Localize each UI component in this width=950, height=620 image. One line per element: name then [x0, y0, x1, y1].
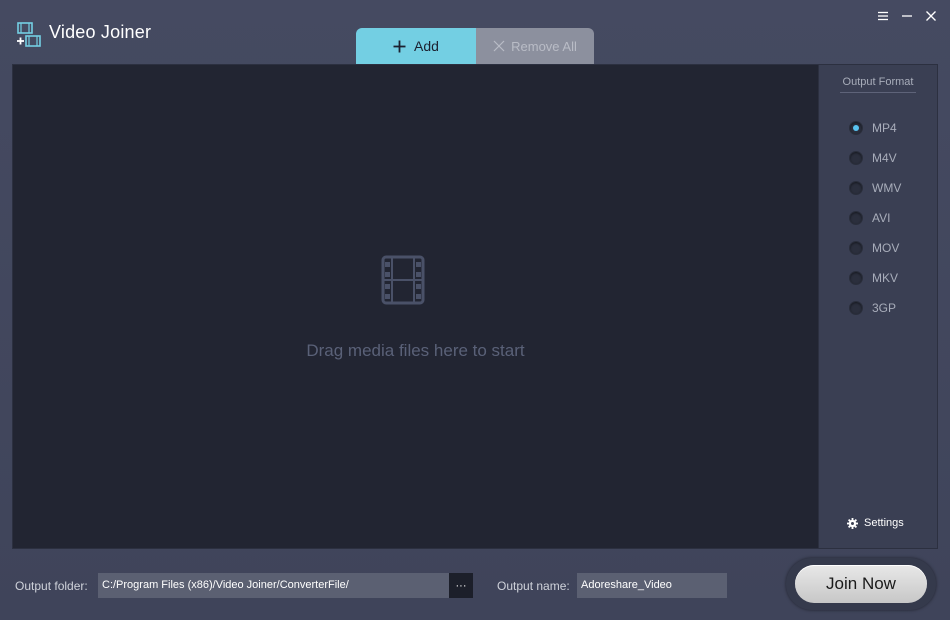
format-label: AVI	[872, 211, 891, 225]
format-option-3gp[interactable]: 3GP	[849, 293, 901, 323]
format-label: MOV	[872, 241, 900, 255]
format-label: M4V	[872, 151, 897, 165]
join-now-button[interactable]: Join Now	[795, 565, 927, 603]
format-option-m4v[interactable]: M4V	[849, 143, 901, 173]
add-button[interactable]: Add	[356, 28, 476, 64]
close-button[interactable]	[922, 8, 940, 24]
settings-label: Settings	[864, 517, 904, 529]
app-title: Video Joiner	[49, 22, 152, 42]
gear-icon	[847, 517, 858, 529]
format-label: WMV	[872, 181, 902, 195]
format-option-wmv[interactable]: WMV	[849, 173, 901, 203]
menu-icon	[878, 11, 888, 21]
settings-button[interactable]: Settings	[847, 517, 904, 529]
x-icon	[493, 40, 505, 52]
format-radio[interactable]	[849, 151, 863, 165]
output-folder-field[interactable]: C:/Program Files (x86)/Video Joiner/Conv…	[98, 573, 449, 598]
output-format-title: Output Format	[840, 76, 916, 93]
format-radio[interactable]	[849, 241, 863, 255]
add-button-label: Add	[414, 38, 439, 54]
format-radio[interactable]	[849, 121, 863, 135]
format-list: MP4 M4V WMV AVI MOV MKV 3GP	[849, 113, 901, 323]
format-option-mp4[interactable]: MP4	[849, 113, 901, 143]
remove-all-button-label: Remove All	[511, 38, 577, 54]
output-format-panel: Output Format MP4 M4V WMV AVI MOV MKV 3G…	[819, 64, 938, 549]
video-joiner-logo-icon	[16, 22, 42, 48]
join-button-frame: Join Now	[786, 558, 936, 610]
format-option-mov[interactable]: MOV	[849, 233, 901, 263]
format-option-mkv[interactable]: MKV	[849, 263, 901, 293]
format-label: MP4	[872, 121, 897, 135]
output-name-field[interactable]: Adoreshare_Video	[577, 573, 727, 598]
close-icon	[926, 11, 936, 21]
minimize-icon	[902, 15, 912, 17]
format-option-avi[interactable]: AVI	[849, 203, 901, 233]
format-label: MKV	[872, 271, 899, 285]
minimize-button[interactable]	[898, 8, 916, 24]
film-strip-icon	[381, 255, 425, 305]
format-radio[interactable]	[849, 211, 863, 225]
format-radio[interactable]	[849, 271, 863, 285]
media-drop-zone[interactable]: Drag media files here to start	[12, 64, 819, 549]
output-name-label: Output name:	[497, 579, 570, 593]
browse-folder-button[interactable]: ···	[449, 573, 473, 598]
output-folder-label: Output folder:	[15, 579, 88, 593]
format-radio[interactable]	[849, 181, 863, 195]
window-controls	[874, 8, 940, 24]
remove-all-button[interactable]: Remove All	[476, 28, 594, 64]
menu-button[interactable]	[874, 8, 892, 24]
app-window: Video Joiner Add Remove All Drag media f…	[0, 0, 950, 620]
format-radio[interactable]	[849, 301, 863, 315]
plus-icon	[393, 40, 406, 52]
drop-hint: Drag media files here to start	[306, 341, 525, 360]
format-label: 3GP	[872, 301, 897, 315]
